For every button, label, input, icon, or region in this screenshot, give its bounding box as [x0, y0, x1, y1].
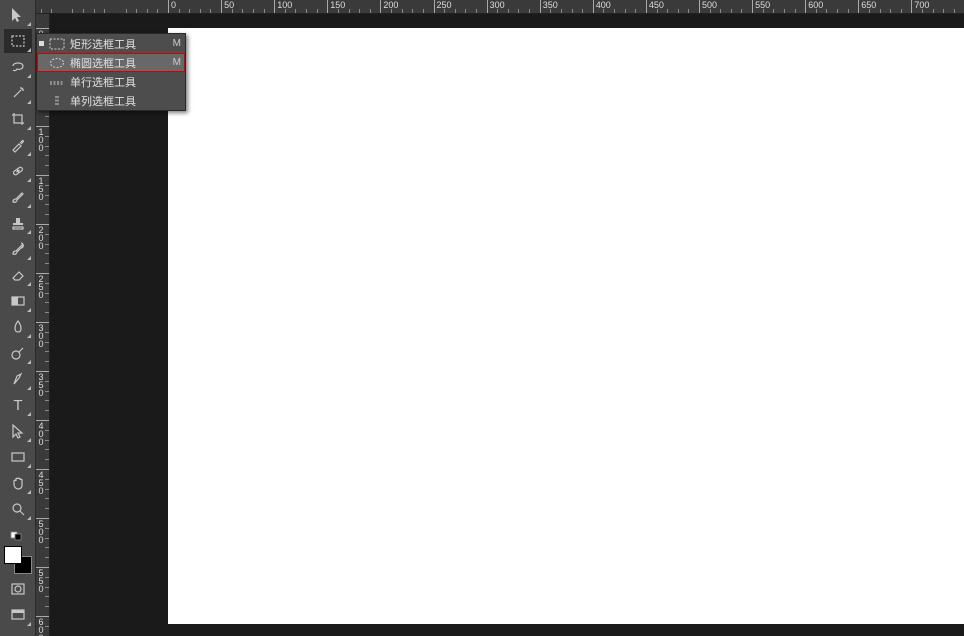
tool-type[interactable]: T [4, 393, 32, 417]
flyout-item-col-marquee[interactable]: 单列选框工具 [37, 91, 185, 110]
tool-stamp[interactable] [4, 211, 32, 235]
col-marquee-icon [48, 94, 66, 108]
ellipse-marquee-icon [48, 56, 66, 70]
tool-blur[interactable] [4, 315, 32, 339]
h-ruler-label: 0 [171, 0, 176, 10]
flyout-item-rect-marquee[interactable]: 矩形选框工具 M [37, 34, 185, 53]
tool-move[interactable] [4, 3, 32, 27]
v-ruler-label: 300 [37, 324, 45, 348]
tool-screenmode[interactable] [4, 603, 32, 627]
v-ruler-label: 550 [37, 569, 45, 593]
tool-healing[interactable] [4, 159, 32, 183]
v-ruler-label: 150 [37, 177, 45, 201]
type-icon: T [13, 398, 22, 413]
v-ruler-label: 500 [37, 520, 45, 544]
flyout-item-ellipse-marquee[interactable]: 椭圆选框工具 M [37, 53, 185, 72]
v-ruler-label: 350 [37, 373, 45, 397]
v-ruler-label: 600 [37, 618, 45, 636]
v-ruler-label: 250 [37, 275, 45, 299]
tool-default-bw[interactable] [4, 529, 32, 543]
tool-wand[interactable] [4, 81, 32, 105]
flyout-shortcut: M [173, 57, 181, 68]
tool-gradient[interactable] [4, 289, 32, 313]
tool-zoom[interactable] [4, 497, 32, 521]
swatch-fg[interactable] [4, 546, 22, 564]
v-ruler-label: 100 [37, 128, 45, 152]
canvas[interactable] [168, 28, 964, 624]
tool-lasso[interactable] [4, 55, 32, 79]
tool-rectangle[interactable] [4, 445, 32, 469]
flyout-label: 单行选框工具 [70, 74, 175, 90]
flyout-label: 单列选框工具 [70, 93, 175, 109]
toolbar: T [0, 0, 36, 636]
stage [50, 14, 964, 636]
tool-marquee[interactable] [4, 29, 32, 53]
tool-path-select[interactable] [4, 419, 32, 443]
tool-brush[interactable] [4, 185, 32, 209]
marquee-flyout: 矩形选框工具 M 椭圆选框工具 M 单行选框工具单列选框工具 [36, 33, 186, 111]
v-ruler-label: 200 [37, 226, 45, 250]
flyout-item-row-marquee[interactable]: 单行选框工具 [37, 72, 185, 91]
ruler-horizontal[interactable]: 0501001502002503003504004505005506006507… [36, 0, 964, 14]
v-ruler-label: 450 [37, 471, 45, 495]
rect-marquee-icon [48, 37, 66, 51]
tool-history-brush[interactable] [4, 237, 32, 261]
flyout-label: 椭圆选框工具 [70, 55, 167, 71]
row-marquee-icon [48, 75, 66, 89]
tool-eraser[interactable] [4, 263, 32, 287]
flyout-label: 矩形选框工具 [70, 36, 167, 52]
tool-hand[interactable] [4, 471, 32, 495]
flyout-shortcut: M [173, 38, 181, 49]
tool-crop[interactable] [4, 107, 32, 131]
tool-pen[interactable] [4, 367, 32, 391]
tool-dodge[interactable] [4, 341, 32, 365]
v-ruler-label: 400 [37, 422, 45, 446]
tool-quickmask[interactable] [4, 577, 32, 601]
color-swatches[interactable] [4, 546, 32, 574]
tool-eyedropper[interactable] [4, 133, 32, 157]
